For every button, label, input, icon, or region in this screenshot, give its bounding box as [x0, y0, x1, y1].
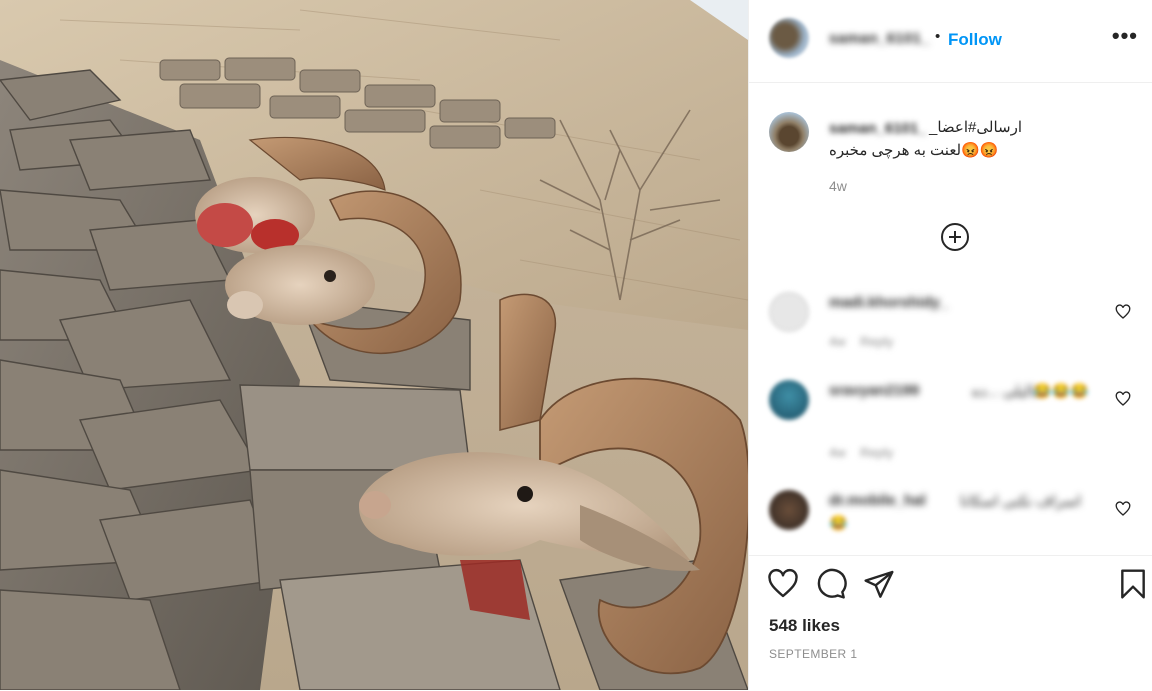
caption-username[interactable]: saman_6101_ — [829, 120, 927, 137]
caption-avatar[interactable] — [769, 112, 809, 152]
angry-emoji: 😡😡 — [961, 142, 999, 159]
comment-time[interactable]: 4w — [829, 334, 846, 349]
comment-text: اسراف نکنی اسکانا — [960, 493, 1081, 510]
post-header: saman_6101_ • Follow ••• — [749, 0, 1152, 83]
comment-meta: 4w Reply — [829, 445, 893, 460]
share-paper-plane-icon[interactable] — [863, 568, 895, 600]
post-date[interactable]: SEPTEMBER 1 — [769, 647, 857, 661]
author-username[interactable]: saman_6101_ — [829, 30, 930, 47]
instagram-post: saman_6101_ • Follow ••• saman_6101_ ارس… — [0, 0, 1152, 690]
comment-time[interactable]: 4w — [829, 445, 846, 460]
commenter-avatar[interactable] — [769, 380, 809, 420]
post-footer: 548 likes SEPTEMBER 1 — [749, 555, 1152, 691]
caption-timestamp[interactable]: 4w — [829, 178, 847, 194]
comment-like-heart-icon[interactable] — [1115, 501, 1131, 517]
commenter-username[interactable]: sravyan2199 — [829, 382, 919, 399]
comment-like-heart-icon[interactable] — [1115, 304, 1131, 320]
comment-emoji: 😂😂😂 — [1032, 383, 1089, 400]
likes-count[interactable]: 548 likes — [769, 616, 840, 636]
comment-bubble-icon[interactable] — [815, 568, 847, 600]
follow-button[interactable]: Follow — [948, 30, 1002, 50]
post-caption: saman_6101_ ارسالی#اعضا_ 😡😡لعنت به هرچی … — [749, 100, 1152, 210]
reply-button[interactable]: Reply — [860, 445, 893, 460]
post-photo[interactable] — [0, 0, 748, 690]
commenter-username[interactable]: madi.khorshidy_ — [829, 294, 948, 311]
commenter-avatar[interactable] — [769, 490, 809, 530]
more-options-icon[interactable]: ••• — [1112, 25, 1138, 47]
caption-text: لعنت به هرچی مخبره — [829, 142, 962, 159]
post-photo-image — [0, 0, 748, 690]
post-side-panel: saman_6101_ • Follow ••• saman_6101_ ارس… — [748, 0, 1152, 690]
save-bookmark-icon[interactable] — [1117, 568, 1149, 600]
header-separator: • — [935, 28, 941, 45]
comment-like-heart-icon[interactable] — [1115, 391, 1131, 407]
commenter-username[interactable]: dr.mobile_hal — [829, 492, 926, 509]
comment-meta: 4w Reply — [829, 334, 893, 349]
author-avatar[interactable] — [769, 18, 809, 58]
caption-text-line2: 😡😡لعنت به هرچی مخبره — [829, 141, 998, 159]
reply-button[interactable]: Reply — [860, 334, 893, 349]
commenter-avatar[interactable] — [769, 292, 809, 332]
like-heart-icon[interactable] — [767, 568, 799, 600]
caption-text-line1: ارسالی#اعضا_ — [929, 119, 1023, 136]
comment-emoji: 😂 — [829, 515, 848, 532]
load-more-comments-icon[interactable] — [941, 223, 969, 251]
